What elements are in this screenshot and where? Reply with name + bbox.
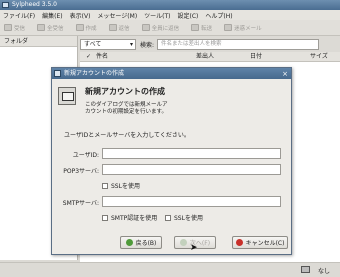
folder-pane-header: フォルダ <box>0 36 77 47</box>
toolbar-compose-button[interactable]: 作成 <box>75 24 97 32</box>
search-input[interactable]: 件名または差出人を検索 <box>157 38 320 50</box>
user-id-row: ユーザID: <box>52 148 293 160</box>
search-bar: すべて 検索: 件名または差出人を検索 <box>80 37 340 51</box>
junk-icon <box>224 24 233 31</box>
menubar: ファイル(F) 編集(E) 表示(V) メッセージ(M) ツール(T) 設定(C… <box>0 10 340 20</box>
toolbar-reply-button[interactable]: 返信 <box>108 24 130 32</box>
cancel-icon <box>235 239 243 246</box>
smtp-server-field[interactable] <box>102 196 281 207</box>
network-status-icon[interactable] <box>301 266 310 273</box>
close-icon[interactable]: × <box>282 69 288 80</box>
receive-all-icon <box>37 24 46 31</box>
window-title: Sylpheed 3.5.0 <box>12 1 58 8</box>
menu-tools[interactable]: ツール(T) <box>144 11 170 20</box>
forward-arrow-icon <box>179 239 187 246</box>
menu-edit[interactable]: 編集(E) <box>42 11 62 20</box>
cancel-button[interactable]: キャンセル(C) <box>232 236 288 249</box>
pop3-label: POP3サーバ: <box>63 168 99 175</box>
column-date[interactable]: 日付 <box>250 52 262 62</box>
dialog-heading: 新規アカウントの作成 <box>85 87 165 96</box>
column-from[interactable]: 差出人 <box>196 52 214 62</box>
forward-icon <box>191 24 200 31</box>
user-id-label: ユーザID: <box>72 152 99 159</box>
back-arrow-icon <box>125 239 133 246</box>
reply-icon <box>108 24 117 31</box>
menu-view[interactable]: 表示(V) <box>70 11 91 20</box>
compose-icon <box>75 24 84 31</box>
pop3-ssl-checkbox[interactable]: SSLを使用 <box>102 181 140 190</box>
status-text: なし <box>317 268 330 275</box>
toolbar: 受信 全受信 作成 返信 全員に返信 転送 迷惑メール <box>0 20 340 36</box>
message-list-header: ✓ 件名 差出人 日付 サイズ <box>80 52 340 62</box>
toolbar-receive-button[interactable]: 受信 <box>4 24 25 32</box>
search-label: 検索: <box>140 41 155 49</box>
smtp-auth-checkbox[interactable]: SMTP認証を使用 <box>102 213 157 222</box>
window-titlebar: Sylpheed 3.5.0 <box>0 0 340 10</box>
user-id-field[interactable] <box>102 148 281 159</box>
toolbar-receive-all-button[interactable]: 全受信 <box>37 24 64 32</box>
column-subject[interactable]: 件名 <box>96 52 108 62</box>
dialog-app-icon <box>54 70 61 77</box>
checkbox-icon <box>102 214 108 221</box>
toolbar-junk-button[interactable]: 迷惑メール <box>224 24 262 32</box>
menu-help[interactable]: ヘルプ(H) <box>205 11 232 20</box>
app-icon <box>2 2 9 8</box>
mouse-cursor-icon: ➤ <box>190 243 198 253</box>
menu-file[interactable]: ファイル(F) <box>3 11 35 20</box>
dialog-title: 新規アカウントの作成 <box>64 70 125 77</box>
back-button[interactable]: 戻る(B) <box>120 236 162 249</box>
toolbar-forward-button[interactable]: 転送 <box>191 24 212 32</box>
dialog-titlebar: 新規アカウントの作成 × <box>52 68 291 79</box>
dialog-description: このダイアログでは新規メールア カウントの初期設定を行います。 <box>85 102 168 115</box>
checkbox-icon <box>165 214 171 221</box>
filter-select[interactable]: すべて <box>80 38 136 50</box>
column-size[interactable]: サイズ <box>310 52 328 62</box>
smtp-row: SMTPサーバ: <box>52 196 293 208</box>
pop3-row: POP3サーバ: <box>52 164 293 176</box>
menu-settings[interactable]: 設定(C) <box>178 11 199 20</box>
checkbox-icon <box>102 182 108 189</box>
dialog-header: 新規アカウントの作成 このダイアログでは新規メールア カウントの初期設定を行いま… <box>58 82 286 116</box>
dialog-button-row: 戻る(B) 次へ(F) キャンセル(C) <box>52 236 293 250</box>
menu-message[interactable]: メッセージ(M) <box>97 11 137 20</box>
smtp-ssl-checkbox[interactable]: SSLを使用 <box>165 213 203 222</box>
smtp-label: SMTPサーバ: <box>62 200 99 207</box>
pop3-server-field[interactable] <box>102 164 281 175</box>
statusbar: なし <box>0 262 340 277</box>
reply-all-icon <box>141 24 150 31</box>
dialog-prompt: ユーザIDとメールサーバを入力してください。 <box>64 132 190 139</box>
new-account-dialog: 新規アカウントの作成 × 新規アカウントの作成 このダイアログでは新規メールア … <box>51 67 292 255</box>
receive-icon <box>4 24 12 31</box>
mail-account-icon <box>58 87 76 105</box>
column-mark[interactable]: ✓ <box>86 52 91 62</box>
toolbar-reply-all-button[interactable]: 全員に返信 <box>141 24 179 32</box>
